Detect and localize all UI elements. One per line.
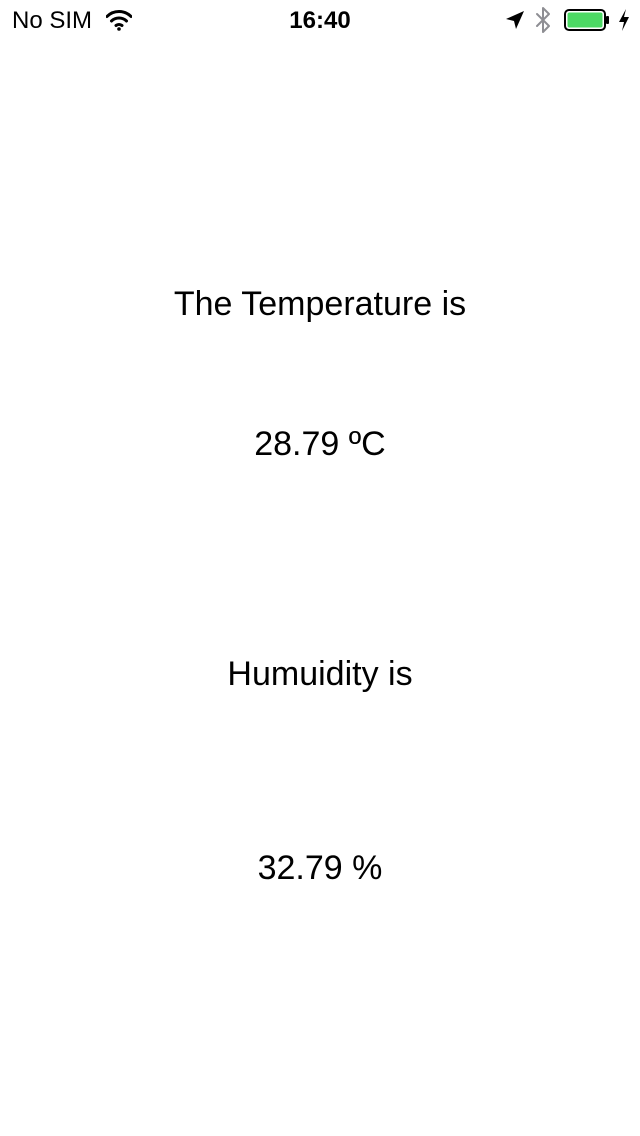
bluetooth-icon xyxy=(536,7,550,33)
battery-icon xyxy=(564,9,609,31)
humidity-value: 32.79 % xyxy=(257,849,383,887)
charging-bolt-icon xyxy=(619,9,629,31)
temperature-heading: The Temperature is xyxy=(173,285,467,323)
location-arrow-icon xyxy=(506,11,524,29)
humidity-heading: Humuidity is xyxy=(227,655,413,693)
status-bar: No SIM 16:40 xyxy=(0,0,640,40)
temperature-value: 28.79 ºC xyxy=(254,425,386,463)
